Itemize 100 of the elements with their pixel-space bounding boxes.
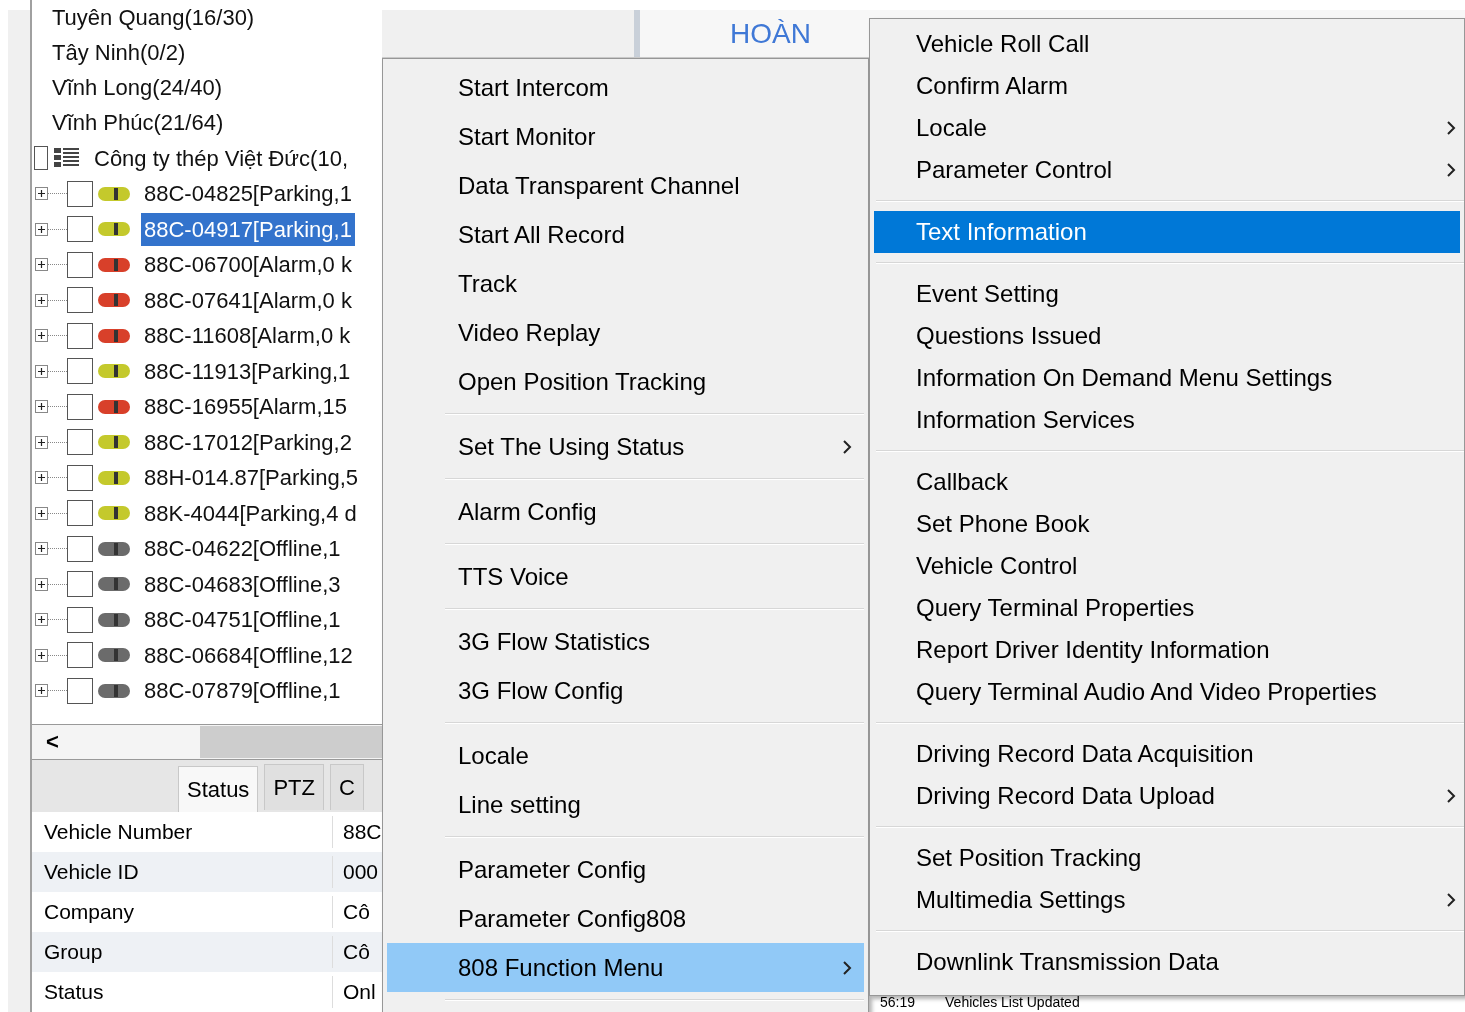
map-label: HOÀN: [730, 16, 811, 51]
checkbox[interactable]: [67, 535, 93, 562]
tree-group[interactable]: Vĩnh Phúc(21/64): [52, 106, 224, 139]
menu-item[interactable]: Information Services: [874, 399, 1460, 441]
expand-plus-icon[interactable]: [35, 258, 48, 272]
menu-item[interactable]: TTS Voice: [387, 552, 864, 601]
expand-plus-icon[interactable]: [35, 222, 48, 236]
menu-item[interactable]: Callback: [874, 461, 1460, 503]
menu-item[interactable]: Downlink Transmission Data: [874, 941, 1460, 983]
log-time: 56:19: [880, 994, 916, 1010]
property-name: Status: [43, 979, 105, 1006]
menu-item[interactable]: Locale: [387, 731, 864, 780]
menu-item[interactable]: Track: [387, 259, 864, 308]
menu-item[interactable]: 3G Flow Config: [387, 666, 864, 715]
vehicle-item[interactable]: 88C-17012[Parking,2: [141, 425, 355, 459]
tree-group[interactable]: Tuyên Quang(16/30): [52, 1, 255, 34]
expand-plus-icon[interactable]: [35, 187, 48, 201]
menu-item[interactable]: Open Position Tracking: [387, 357, 864, 406]
menu-item[interactable]: Start Intercom: [387, 63, 864, 112]
checkbox[interactable]: [67, 429, 93, 456]
checkbox[interactable]: [67, 677, 93, 704]
checkbox[interactable]: [67, 464, 93, 491]
property-value: Cô: [332, 936, 370, 968]
checkbox[interactable]: [67, 251, 93, 278]
scroll-left-button[interactable]: <: [32, 725, 72, 759]
menu-item[interactable]: Query Terminal Audio And Video Properties: [874, 671, 1460, 713]
checkbox[interactable]: [67, 287, 93, 314]
menu-item[interactable]: Start Monitor: [387, 112, 864, 161]
menu-item[interactable]: Parameter Control: [874, 149, 1460, 191]
menu-item[interactable]: Video Replay: [387, 308, 864, 357]
menu-item[interactable]: Vehicle Control: [874, 545, 1460, 587]
menu-item[interactable]: Event Setting: [874, 273, 1460, 315]
vehicle-item[interactable]: 88C-04751[Offline,1: [141, 603, 344, 637]
menu-item[interactable]: Driving Record Data Acquisition: [874, 733, 1460, 775]
menu-item[interactable]: Multimedia Settings: [874, 879, 1460, 921]
vehicle-item[interactable]: 88C-04622[Offline,1: [141, 532, 344, 566]
property-value: Cô: [332, 896, 370, 928]
vehicle-item[interactable]: 88C-06684[Offline,12: [141, 638, 356, 672]
menu-item[interactable]: Query Terminal Properties: [874, 587, 1460, 629]
vehicle-item[interactable]: 88C-04917[Parking,1: [141, 212, 355, 246]
menu-item[interactable]: Alarm Config: [387, 487, 864, 536]
checkbox[interactable]: [67, 606, 93, 633]
expand-plus-icon[interactable]: [35, 506, 48, 520]
checkbox[interactable]: [67, 642, 93, 669]
menu-item[interactable]: Set The Using Status: [387, 422, 864, 471]
expand-plus-icon[interactable]: [35, 435, 48, 449]
expand-plus-icon[interactable]: [35, 400, 48, 414]
checkbox[interactable]: [67, 571, 93, 598]
vehicle-item[interactable]: 88C-06700[Alarm,0 k: [141, 248, 355, 282]
menu-item[interactable]: Parameter Config: [387, 845, 864, 894]
menu-item[interactable]: Data Transparent Channel: [387, 161, 864, 210]
tab[interactable]: Status: [178, 766, 259, 812]
property-name: Vehicle Number: [43, 819, 194, 846]
tree-group[interactable]: Tây Ninh(0/2): [52, 36, 186, 69]
vehicle-item[interactable]: 88C-07641[Alarm,0 k: [141, 283, 355, 317]
menu-item[interactable]: Locale: [874, 107, 1460, 149]
vehicle-item[interactable]: 88C-07879[Offline,1: [141, 674, 344, 708]
menu-item[interactable]: Information On Demand Menu Settings: [874, 357, 1460, 399]
checkbox[interactable]: [67, 393, 93, 420]
vehicle-item[interactable]: 88C-11608[Alarm,0 k: [141, 319, 354, 353]
checkbox[interactable]: [67, 180, 93, 207]
vehicle-item[interactable]: 88H-014.87[Parking,5: [141, 461, 362, 495]
vehicle-item[interactable]: 88C-04825[Parking,1: [141, 177, 355, 211]
menu-item[interactable]: Driving Record Data Upload: [874, 775, 1460, 817]
expand-plus-icon[interactable]: [35, 613, 48, 627]
checkbox[interactable]: [34, 146, 48, 170]
tree-company[interactable]: Công ty thép Việt Đức(10,: [94, 141, 348, 175]
expand-plus-icon[interactable]: [35, 542, 48, 556]
tab[interactable]: C: [329, 764, 364, 810]
tab[interactable]: PTZ: [264, 764, 324, 810]
menu-item[interactable]: Set Position Tracking: [874, 837, 1460, 879]
menu-item[interactable]: Text Information: [874, 211, 1460, 253]
menu-item[interactable]: Set Phone Book: [874, 503, 1460, 545]
tree-group[interactable]: Vĩnh Long(24/40): [52, 71, 223, 104]
expand-plus-icon[interactable]: [35, 471, 48, 485]
vehicle-item[interactable]: 88K-4044[Parking,4 d: [141, 496, 360, 530]
vehicle-item[interactable]: 88C-04683[Offline,3: [141, 567, 344, 601]
checkbox[interactable]: [67, 216, 93, 243]
expand-plus-icon[interactable]: [35, 577, 48, 591]
menu-item[interactable]: Start All Record: [387, 210, 864, 259]
expand-plus-icon[interactable]: [35, 648, 48, 662]
scrollbar-thumb[interactable]: [200, 726, 382, 758]
checkbox[interactable]: [67, 322, 93, 349]
expand-plus-icon[interactable]: [35, 684, 48, 698]
expand-plus-icon[interactable]: [35, 293, 48, 307]
log-message: Vehicles List Updated: [945, 994, 1080, 1010]
menu-item[interactable]: Confirm Alarm: [874, 65, 1460, 107]
menu-item[interactable]: 3G Flow Statistics: [387, 617, 864, 666]
menu-item[interactable]: Questions Issued: [874, 315, 1460, 357]
menu-item[interactable]: 808 Function Menu: [387, 943, 864, 992]
menu-item[interactable]: Parameter Config808: [387, 894, 864, 943]
vehicle-item[interactable]: 88C-16955[Alarm,15: [141, 390, 350, 424]
checkbox[interactable]: [67, 358, 93, 385]
checkbox[interactable]: [67, 500, 93, 527]
vehicle-item[interactable]: 88C-11913[Parking,1: [141, 354, 354, 388]
expand-plus-icon[interactable]: [35, 329, 48, 343]
menu-item[interactable]: Report Driver Identity Information: [874, 629, 1460, 671]
expand-plus-icon[interactable]: [35, 364, 48, 378]
menu-item[interactable]: Vehicle Roll Call: [874, 23, 1460, 65]
menu-item[interactable]: Line setting: [387, 780, 864, 829]
